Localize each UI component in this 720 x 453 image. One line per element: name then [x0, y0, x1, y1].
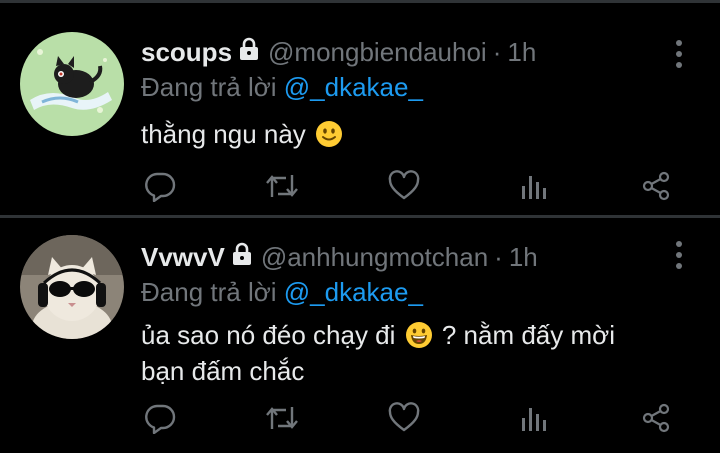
user-handle[interactable]: @mongbiendauhoi: [268, 35, 487, 69]
views-button[interactable]: [514, 398, 554, 438]
retweet-icon: [266, 175, 298, 197]
replying-to: Đang trả lời @_dkakae_: [141, 70, 660, 104]
share-icon: [642, 403, 670, 433]
avatar[interactable]: [20, 235, 124, 339]
retweet-icon: [266, 407, 298, 429]
share-button[interactable]: [636, 398, 676, 438]
reply-button[interactable]: [140, 166, 180, 206]
like-button[interactable]: [384, 166, 424, 206]
lock-icon: [231, 242, 253, 266]
more-icon[interactable]: [674, 39, 684, 69]
action-bar: [140, 398, 680, 438]
tweet-header: VvwvV @anhhungmotchan · 1h: [141, 240, 660, 274]
separator: ·: [492, 37, 502, 67]
tweet-text-body: ủa sao nó đéo chạy đi: [141, 320, 403, 350]
retweet-button[interactable]: [262, 166, 302, 206]
tweet-header: scoups @mongbiendauhoi · 1h: [141, 35, 660, 69]
avatar[interactable]: [20, 32, 124, 136]
reply-icon: [145, 172, 176, 202]
reply-button[interactable]: [140, 398, 180, 438]
tweet-content: VvwvV @anhhungmotchan · 1h Đang trả lời …: [141, 240, 660, 389]
user-handle[interactable]: @anhhungmotchan: [261, 240, 488, 274]
slightly-smiling-face-icon: [315, 120, 343, 148]
more-icon[interactable]: [674, 240, 684, 270]
mention-link[interactable]: @_dkakae_: [284, 277, 423, 307]
retweet-button[interactable]: [262, 398, 302, 438]
share-icon: [642, 171, 670, 201]
timestamp[interactable]: 1h: [507, 35, 536, 69]
separator: ·: [494, 242, 503, 272]
mention-link[interactable]: @_dkakae_: [284, 72, 423, 102]
views-icon: [522, 176, 546, 199]
display-name[interactable]: VvwvV: [141, 240, 225, 274]
tweet-text: thằng ngu này: [141, 116, 660, 152]
tweet-content: scoups @mongbiendauhoi · 1h Đang trả lời…: [141, 35, 660, 152]
reply-icon: [145, 404, 176, 434]
like-icon: [388, 170, 420, 200]
like-icon: [388, 402, 420, 432]
tweet[interactable]: VvwvV @anhhungmotchan · 1h Đang trả lời …: [0, 218, 720, 453]
action-bar: [140, 166, 680, 206]
like-button[interactable]: [384, 398, 424, 438]
replying-prefix: Đang trả lời: [141, 277, 284, 307]
share-button[interactable]: [636, 166, 676, 206]
timestamp[interactable]: 1h: [509, 240, 538, 274]
lock-icon: [238, 37, 260, 61]
replying-prefix: Đang trả lời: [141, 72, 284, 102]
tweet-text: ủa sao nó đéo chạy đi ? nằm đấy mời bạn …: [141, 317, 660, 389]
grinning-squinting-face-icon: [405, 321, 433, 349]
replying-to: Đang trả lời @_dkakae_: [141, 275, 660, 309]
tweet-text-body: thằng ngu này: [141, 119, 314, 149]
tweet[interactable]: scoups @mongbiendauhoi · 1h Đang trả lời…: [0, 3, 720, 215]
views-button[interactable]: [514, 166, 554, 206]
display-name[interactable]: scoups: [141, 35, 232, 69]
views-icon: [522, 408, 546, 431]
